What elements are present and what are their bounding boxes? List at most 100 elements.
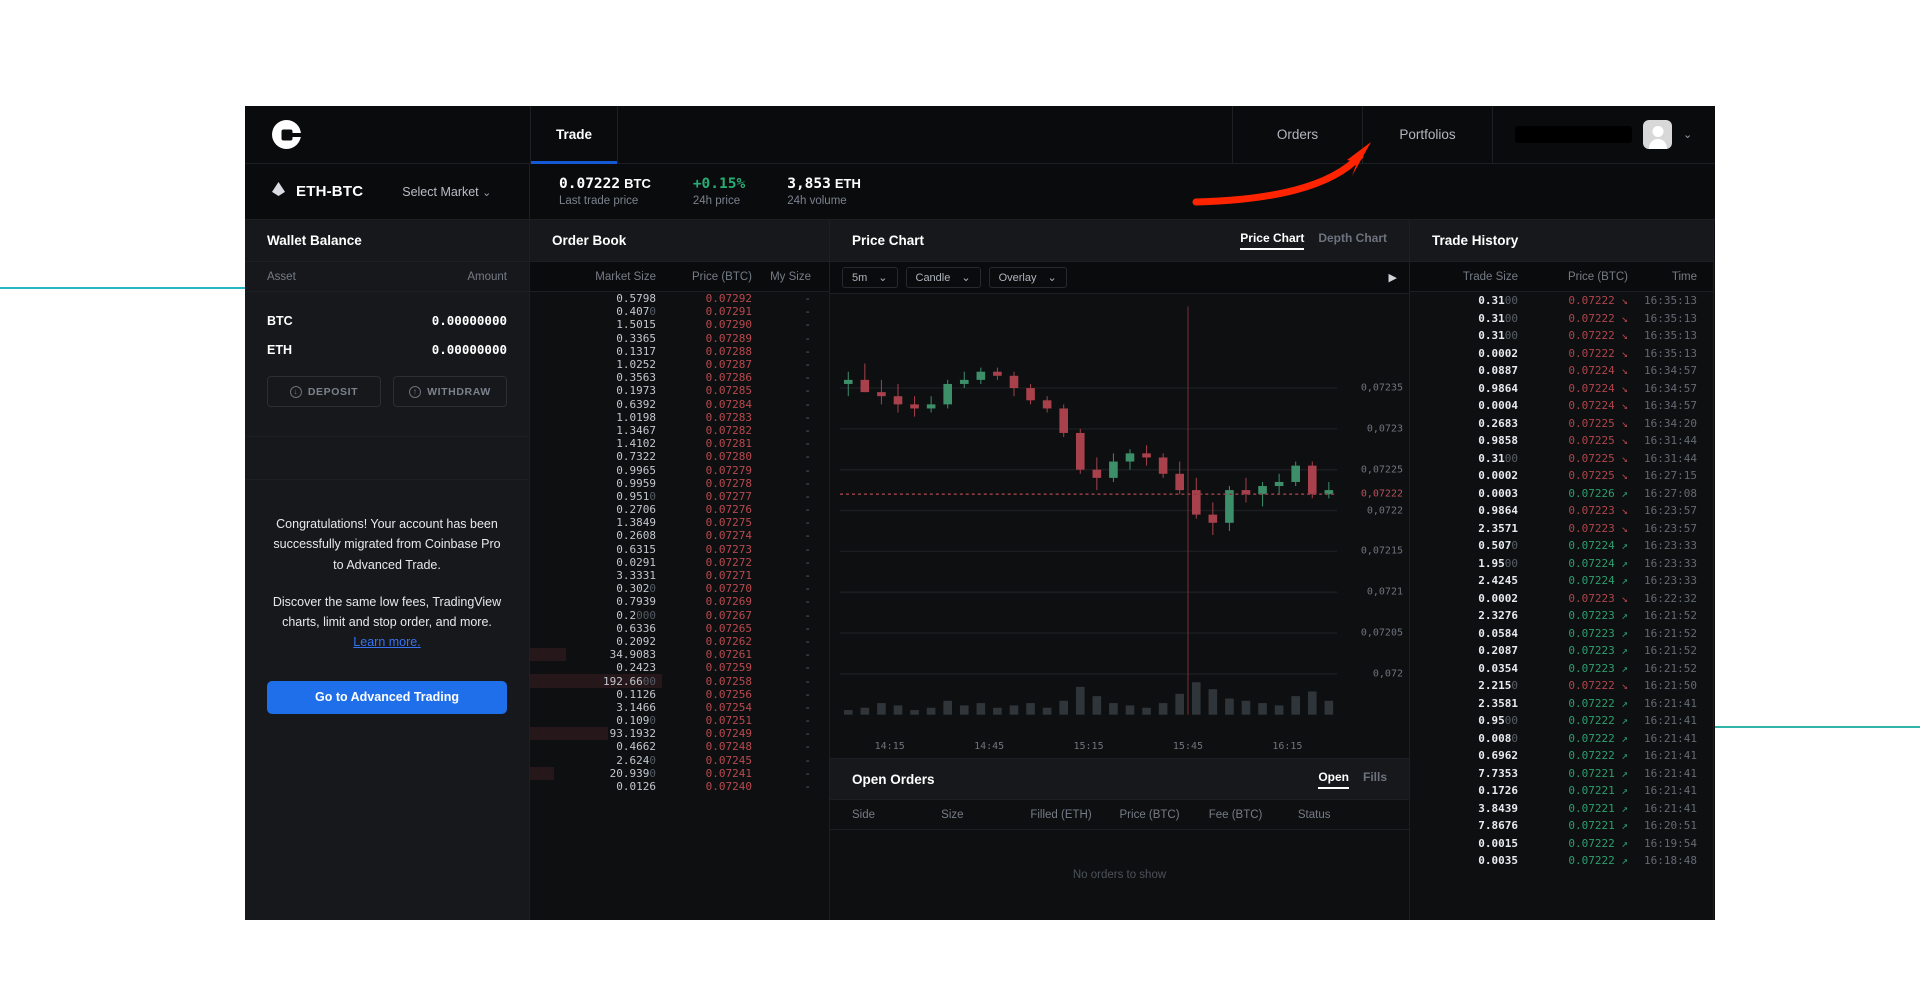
nav-link-orders[interactable]: Orders [1233,106,1363,163]
order-book-row[interactable]: 0.6315 0.07273 - [530,543,829,556]
order-book-row[interactable]: 0.4070 0.07291 - [530,305,829,318]
order-book-row[interactable]: 0.4662 0.07248 - [530,740,829,753]
order-book-row[interactable]: 0.2092 0.07262 - [530,635,829,648]
nav-tab-trade[interactable]: Trade [530,106,618,164]
th-price: 0.07222 ↗ [1568,836,1628,850]
th-time: 16:35:13 [1644,346,1697,360]
trade-history-row[interactable]: 7.8676 0.07221 ↗ 16:20:51 [1410,817,1713,835]
coinbase-logo-icon[interactable] [272,120,301,149]
order-book-row[interactable]: 0.6392 0.07284 - [530,398,829,411]
trade-history-row[interactable]: 2.3571 0.07223 ↘ 16:23:57 [1410,520,1713,538]
trade-history-row[interactable]: 0.0887 0.07224 ↘ 16:34:57 [1410,362,1713,380]
order-book-row[interactable]: 0.2423 0.07259 - [530,661,829,674]
order-book-row[interactable]: 0.3020 0.07270 - [530,582,829,595]
order-book-row[interactable]: 3.3331 0.07271 - [530,569,829,582]
th-time: 16:21:52 [1644,609,1697,623]
order-book-row[interactable]: 1.3849 0.07275 - [530,516,829,529]
order-book-row[interactable]: 0.2000 0.07267 - [530,609,829,622]
tab-fills[interactable]: Fills [1363,770,1387,789]
order-book-row[interactable]: 0.3563 0.07286 - [530,371,829,384]
order-book-row[interactable]: 0.6336 0.07265 - [530,622,829,635]
trade-history-rows[interactable]: 0.3100 0.07222 ↘ 16:35:13 0.3100 0.07222 ↘ 16… [1410,292,1713,870]
order-book-row[interactable]: 93.1932 0.07249 - [530,727,829,741]
user-menu[interactable]: ⌄ [1493,106,1715,163]
nav-link-portfolios[interactable]: Portfolios [1363,106,1493,163]
order-book-row[interactable]: 3.1466 0.07254 - [530,701,829,714]
order-book-row[interactable]: 0.7322 0.07280 - [530,450,829,463]
trade-history-row[interactable]: 0.5070 0.07224 ↗ 16:23:33 [1410,537,1713,555]
trade-history-row[interactable]: 0.0354 0.07223 ↗ 16:21:52 [1410,660,1713,678]
trade-history-row[interactable]: 2.4245 0.07224 ↗ 16:23:33 [1410,572,1713,590]
order-book-row[interactable]: 2.6240 0.07245 - [530,754,829,767]
order-book-row[interactable]: 1.0252 0.07287 - [530,358,829,371]
th-time: 16:27:08 [1644,486,1697,500]
order-book-row[interactable]: 0.1973 0.07285 - [530,384,829,397]
trade-history-row[interactable]: 0.2683 0.07225 ↘ 16:34:20 [1410,415,1713,433]
order-book-row[interactable]: 0.5798 0.07292 - [530,292,829,305]
trade-history-row[interactable]: 0.0002 0.07222 ↘ 16:35:13 [1410,345,1713,363]
market-selector[interactable]: ETH-BTC Select Market ⌄ [245,164,530,219]
order-book-row[interactable]: 1.3467 0.07282 - [530,424,829,437]
trade-history-row[interactable]: 0.0002 0.07225 ↘ 16:27:15 [1410,467,1713,485]
trade-history-row[interactable]: 0.9864 0.07223 ↘ 16:23:57 [1410,502,1713,520]
deposit-button[interactable]: ↓ DEPOSIT [267,376,381,407]
trade-history-row[interactable]: 2.3581 0.07222 ↗ 16:21:41 [1410,695,1713,713]
order-book-row[interactable]: 20.9390 0.07241 - [530,766,829,780]
tab-open[interactable]: Open [1318,770,1349,789]
order-book-row[interactable]: 0.7939 0.07269 - [530,595,829,608]
learn-more-link[interactable]: Learn more. [353,635,420,649]
trade-history-row[interactable]: 0.0004 0.07224 ↘ 16:34:57 [1410,397,1713,415]
order-book-row[interactable]: 1.5015 0.07290 - [530,318,829,331]
order-book-row[interactable]: 0.9510 0.07277 - [530,490,829,503]
trade-history-row[interactable]: 1.9500 0.07224 ↗ 16:23:33 [1410,555,1713,573]
order-book-row[interactable]: 0.9959 0.07278 - [530,477,829,490]
trade-history-row[interactable]: 0.0035 0.07222 ↗ 16:18:48 [1410,852,1713,870]
trade-history-row[interactable]: 0.0015 0.07222 ↗ 16:19:54 [1410,835,1713,853]
order-book-row[interactable]: 0.2706 0.07276 - [530,503,829,516]
order-book-row[interactable]: 0.1090 0.07251 - [530,714,829,727]
trade-history-row[interactable]: 0.3100 0.07222 ↘ 16:35:13 [1410,327,1713,345]
order-book-row[interactable]: 0.1126 0.07256 - [530,688,829,701]
trade-history-row[interactable]: 0.6962 0.07222 ↗ 16:21:41 [1410,747,1713,765]
wallet-panel: Wallet Balance Asset Amount BTC 0.000000… [245,220,530,920]
trade-history-row[interactable]: 0.0002 0.07223 ↘ 16:22:32 [1410,590,1713,608]
order-book-row[interactable]: 0.0291 0.07272 - [530,556,829,569]
trade-history-row[interactable]: 0.0080 0.07222 ↗ 16:21:41 [1410,730,1713,748]
order-book-row[interactable]: 1.0198 0.07283 - [530,411,829,424]
order-book-rows[interactable]: 0.5798 0.07292 - 0.4070 0.07291 - 1.5015 0.0729… [530,292,829,793]
order-book-row[interactable]: 0.3365 0.07289 - [530,332,829,345]
trade-history-row[interactable]: 0.9858 0.07225 ↘ 16:31:44 [1410,432,1713,450]
interval-dropdown[interactable]: 5m ⌄ [842,267,898,288]
chart-type-dropdown[interactable]: Candle ⌄ [905,267,981,288]
tab-price-chart[interactable]: Price Chart [1240,231,1305,250]
order-book-row[interactable]: 0.1317 0.07288 - [530,345,829,358]
tab-depth-chart[interactable]: Depth Chart [1318,231,1387,250]
withdraw-button[interactable]: ↑ WITHDRAW [393,376,507,407]
order-book-row[interactable]: 34.9083 0.07261 - [530,648,829,662]
order-book-row[interactable]: 0.2608 0.07274 - [530,529,829,542]
trade-history-row[interactable]: 0.9500 0.07222 ↗ 16:21:41 [1410,712,1713,730]
candlestick-chart[interactable]: 0,07235 0,0723 0,07225 0,0722 0,07215 0,0721 0… [830,294,1409,758]
overlay-dropdown[interactable]: Overlay ⌄ [988,267,1067,288]
trade-history-row[interactable]: 0.0003 0.07226 ↗ 16:27:08 [1410,485,1713,503]
order-book-row[interactable]: 0.9965 0.07279 - [530,463,829,477]
order-book-row[interactable]: 192.6600 0.07258 - [530,674,829,688]
go-to-advanced-trading-button[interactable]: Go to Advanced Trading [267,680,507,714]
order-book-title: Order Book [530,220,829,262]
trade-history-row[interactable]: 2.2150 0.07222 ↘ 16:21:50 [1410,677,1713,695]
trade-history-row[interactable]: 2.3276 0.07223 ↗ 16:21:52 [1410,607,1713,625]
trade-history-row[interactable]: 0.1726 0.07221 ↗ 16:21:41 [1410,782,1713,800]
order-book-row[interactable]: 0.0126 0.07240 - [530,780,829,793]
trade-history-row[interactable]: 0.3100 0.07222 ↘ 16:35:13 [1410,310,1713,328]
trade-history-row[interactable]: 7.7353 0.07221 ↗ 16:21:41 [1410,765,1713,783]
trade-history-row[interactable]: 0.3100 0.07225 ↘ 16:31:44 [1410,450,1713,468]
trade-history-row[interactable]: 3.8439 0.07221 ↗ 16:21:41 [1410,800,1713,818]
chevron-down-icon: ⌄ [1683,129,1693,141]
trade-history-row[interactable]: 0.9864 0.07224 ↘ 16:34:57 [1410,380,1713,398]
trade-history-row[interactable]: 0.3100 0.07222 ↘ 16:35:13 [1410,292,1713,310]
play-icon[interactable]: ▶ [1389,271,1397,284]
trade-history-row[interactable]: 0.0584 0.07223 ↗ 16:21:52 [1410,625,1713,643]
ob-my-size: - [804,569,811,583]
order-book-row[interactable]: 1.4102 0.07281 - [530,437,829,450]
trade-history-row[interactable]: 0.2087 0.07223 ↗ 16:21:52 [1410,642,1713,660]
